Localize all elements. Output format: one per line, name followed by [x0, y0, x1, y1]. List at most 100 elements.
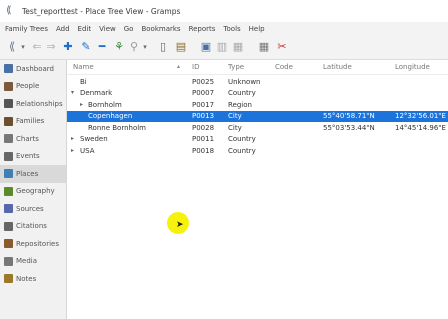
table-row[interactable]: Ronne Bornholm P0028 City 55°03'53.44"N … [67, 122, 448, 133]
filter-icon[interactable]: ⚲ [128, 40, 140, 54]
tools-icon[interactable]: ✂ [276, 40, 288, 54]
expand-expander-icon[interactable]: ▸ [71, 135, 74, 142]
sidebar-item-notes[interactable]: Notes [0, 270, 66, 288]
cell-type: Country [228, 135, 256, 143]
cell-name: Bornholm [88, 100, 122, 109]
menu-tools[interactable]: Tools [219, 25, 244, 33]
geography-icon [4, 186, 13, 196]
table-row[interactable]: Bi P0025 Unknown [67, 76, 448, 87]
family-trees-icon[interactable]: ⟪ [6, 40, 18, 54]
menu-family-trees[interactable]: Family Trees [0, 25, 52, 33]
sidebar-item-label: Dashboard [16, 64, 54, 73]
add-icon[interactable]: ✚ [62, 40, 74, 54]
sidebar-item-charts[interactable]: Charts [0, 130, 66, 148]
table-row[interactable]: ▸ Bornholm P0017 Region [67, 99, 448, 110]
charts-icon [4, 134, 13, 144]
title-bar: ⟪ Test_reporttest - Place Tree View - Gr… [0, 0, 448, 23]
menu-view[interactable]: View [95, 25, 120, 33]
cell-type: Region [228, 100, 252, 109]
sidebar-item-events[interactable]: Events [0, 148, 66, 166]
cell-name: Denmark [80, 89, 113, 97]
sidebar-item-media[interactable]: Media [0, 253, 66, 271]
collapse-expander-icon[interactable]: ▾ [71, 89, 74, 96]
merge-icon[interactable]: ⚘ [113, 40, 125, 54]
table-row-selected[interactable]: Copenhagen P0013 City 55°40'58.71"N 12°3… [67, 110, 448, 122]
sidebar-item-repositories[interactable]: Repositories [0, 235, 66, 253]
column-header-type[interactable]: Type [228, 63, 244, 71]
sidebar-item-label: Places [16, 169, 39, 178]
sort-ascending-icon: ▴ [177, 63, 181, 70]
cell-name: Bi [80, 77, 87, 86]
cell-name: Sweden [80, 135, 108, 143]
menu-go[interactable]: Go [120, 25, 138, 33]
sidebar-item-relationships[interactable]: Relationships [0, 95, 66, 113]
flat-view-icon[interactable]: ▥ [216, 40, 228, 54]
media-icon [4, 256, 13, 266]
paste-icon[interactable]: ▤ [175, 40, 187, 54]
forward-icon[interactable]: ⇒ [45, 40, 57, 54]
clipboard-icon[interactable]: ▯ [157, 40, 169, 54]
places-icon [4, 169, 13, 179]
column-header-longitude[interactable]: Longitude [395, 63, 430, 71]
config-view-icon[interactable]: ▦ [258, 40, 270, 54]
sidebar-item-label: Sources [16, 204, 44, 213]
sidebar-item-places[interactable]: Places [0, 165, 66, 183]
events-icon [4, 151, 13, 161]
cell-id: P0011 [192, 135, 215, 143]
citations-icon [4, 221, 13, 231]
place-tree-view: Name ▴ ID Type Code Latitude Longitude B… [67, 60, 448, 319]
cell-id: P0025 [192, 77, 215, 86]
cell-name: Copenhagen [88, 112, 133, 120]
sidebar-item-sources[interactable]: Sources [0, 200, 66, 218]
sidebar-item-label: Notes [16, 274, 37, 283]
chevron-down-icon[interactable]: ▾ [19, 40, 27, 54]
sidebar-item-dashboard[interactable]: Dashboard [0, 60, 66, 78]
sources-icon [4, 204, 13, 214]
remove-icon[interactable]: ━ [96, 40, 108, 54]
table-row[interactable]: ▸ Sweden P0011 Country [67, 134, 448, 145]
sidebar-item-people[interactable]: People [0, 78, 66, 96]
cell-name: Ronne Bornholm [88, 123, 146, 132]
edit-icon[interactable]: ✎ [80, 40, 92, 54]
column-header-id[interactable]: ID [192, 63, 199, 71]
column-header-code[interactable]: Code [275, 63, 293, 71]
sidebar-item-families[interactable]: Families [0, 113, 66, 131]
tree-view-icon[interactable]: ▣ [200, 40, 212, 54]
expand-expander-icon[interactable]: ▸ [71, 147, 74, 154]
list-view-icon[interactable]: ▦ [232, 40, 244, 54]
cell-type: Country [228, 89, 256, 97]
toolbar: ⟪ ▾ ⇐ ⇒ ✚ ✎ ━ ⚘ ⚲ ▾ ▯ ▤ ▣ ▥ ▦ ▦ ✂ [0, 35, 448, 60]
sidebar-item-citations[interactable]: Citations [0, 218, 66, 236]
column-header-name[interactable]: Name [73, 63, 94, 71]
menu-bookmarks[interactable]: Bookmarks [137, 25, 184, 33]
menu-help[interactable]: Help [245, 25, 269, 33]
window-title: Test_reporttest - Place Tree View - Gram… [22, 6, 181, 16]
column-header-latitude[interactable]: Latitude [323, 63, 352, 71]
cell-id: P0028 [192, 123, 215, 132]
cell-longitude: 12°32'56.01"E [395, 112, 446, 120]
cell-id: P0007 [192, 89, 215, 97]
menu-reports[interactable]: Reports [185, 25, 220, 33]
sidebar-item-label: Geography [16, 187, 55, 196]
back-icon[interactable]: ⇐ [31, 40, 43, 54]
cell-type: City [228, 112, 242, 120]
sidebar-item-label: Relationships [16, 99, 63, 108]
menu-edit[interactable]: Edit [74, 25, 96, 33]
families-icon [4, 116, 13, 126]
sidebar-item-label: Citations [16, 222, 47, 231]
menu-bar: Family Trees Add Edit View Go Bookmarks … [0, 22, 448, 35]
mouse-cursor-icon: ➤ [176, 220, 184, 230]
sidebar-item-label: Families [16, 117, 45, 126]
table-row[interactable]: ▾ Denmark P0007 Country [67, 88, 448, 99]
people-icon [4, 81, 13, 91]
cell-longitude: 14°45'14.96"E [395, 123, 446, 132]
navigator-sidebar: Dashboard People Relationships Families … [0, 60, 67, 319]
chevron-down-icon-2[interactable]: ▾ [141, 40, 149, 54]
menu-add[interactable]: Add [52, 25, 74, 33]
cell-type: Country [228, 146, 256, 155]
cell-latitude: 55°03'53.44"N [323, 123, 375, 132]
table-row[interactable]: ▸ USA P0018 Country [67, 145, 448, 156]
sidebar-item-geography[interactable]: Geography [0, 183, 66, 201]
expand-expander-icon[interactable]: ▸ [80, 101, 83, 108]
dashboard-icon [4, 64, 13, 74]
